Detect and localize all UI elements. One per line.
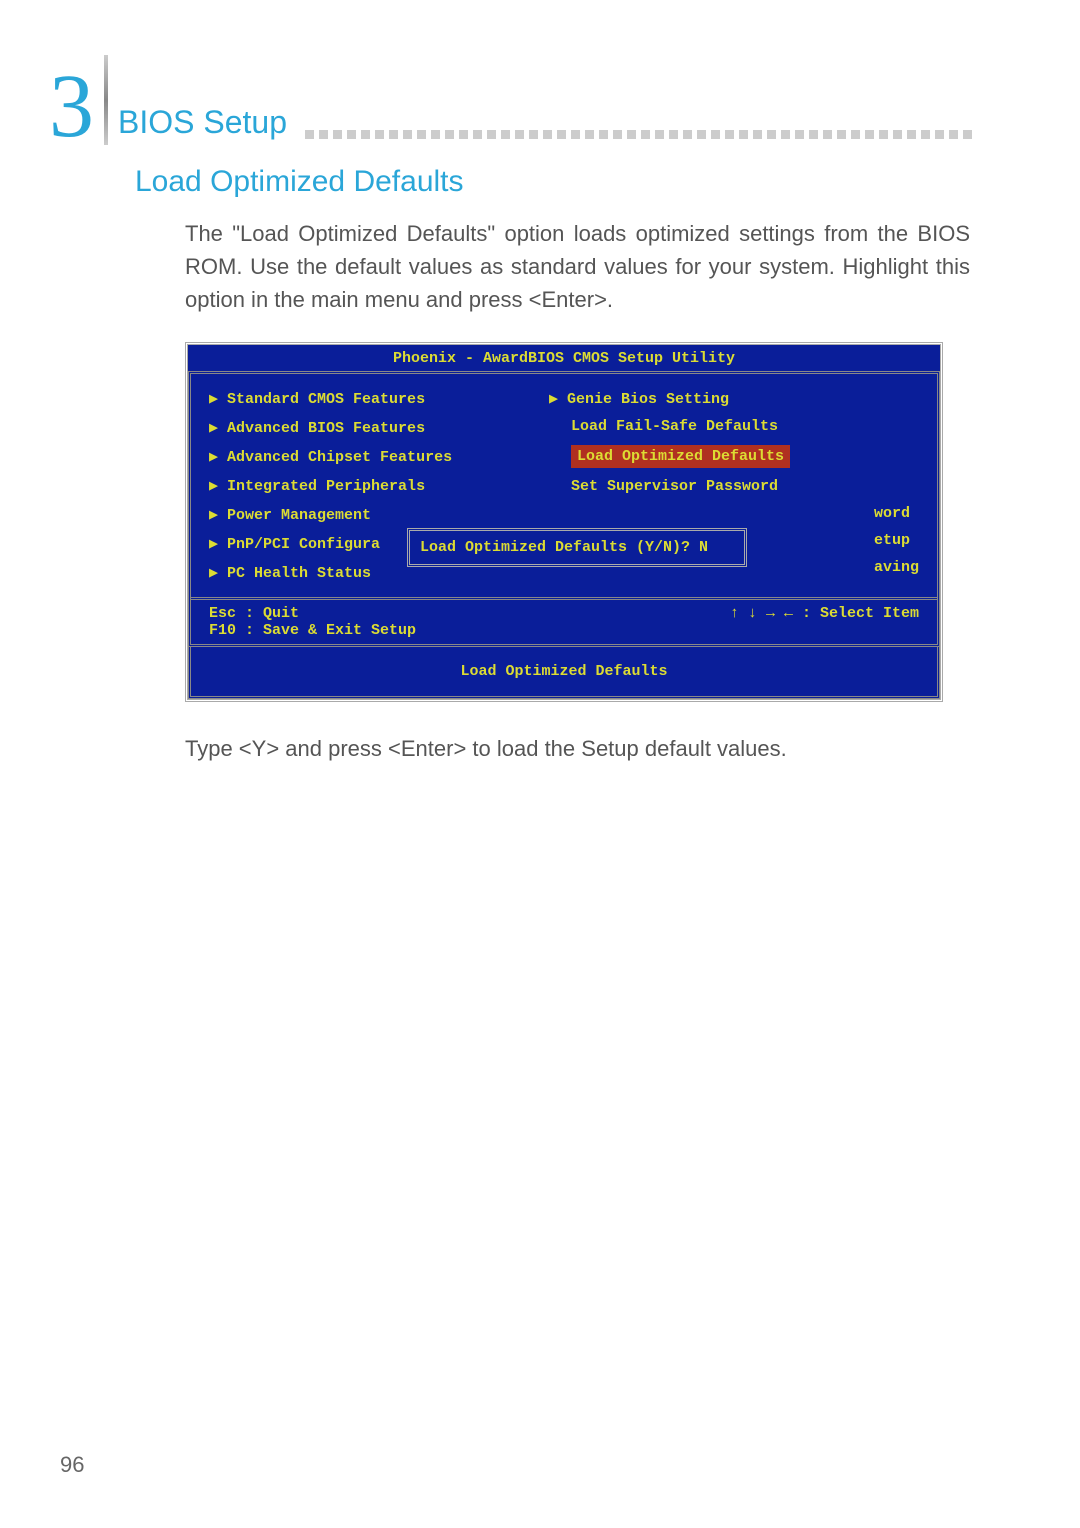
closing-paragraph: Type <Y> and press <Enter> to load the S… (185, 732, 970, 765)
bios-menu-item-selected: Load Optimized Defaults (549, 440, 919, 473)
bios-nav-left: Esc : Quit F10 : Save & Exit Setup (209, 605, 416, 639)
page-content: 3 BIOS Setup Load Optimized Defaults The… (0, 0, 1080, 765)
chapter-divider (104, 55, 108, 145)
bios-nav-help: Esc : Quit F10 : Save & Exit Setup ↑ ↓ →… (191, 597, 937, 644)
chapter-title-block: BIOS Setup (118, 104, 980, 145)
bios-menu-item: ▶ Standard CMOS Features (209, 384, 549, 413)
bios-main-menu: ▶ Standard CMOS Features ▶ Advanced BIOS… (191, 374, 937, 597)
bios-nav-right: ↑ ↓ → ← : Select Item (730, 605, 919, 639)
bios-menu-item: ▶ Advanced BIOS Features (209, 413, 549, 442)
bios-footer-caption: Load Optimized Defaults (188, 647, 940, 699)
chapter-header: 3 BIOS Setup (49, 55, 980, 145)
bios-menu-item: Load Fail-Safe Defaults (549, 413, 919, 440)
bios-title-bar: Phoenix - AwardBIOS CMOS Setup Utility (188, 345, 940, 371)
bios-body: ▶ Standard CMOS Features ▶ Advanced BIOS… (188, 371, 940, 647)
chapter-title: BIOS Setup (118, 104, 287, 141)
bios-confirm-dialog: Load Optimized Defaults (Y/N)? N (407, 528, 747, 567)
bios-menu-item: ▶ Integrated Peripherals (209, 471, 549, 500)
page-number: 96 (60, 1452, 84, 1478)
intro-paragraph: The "Load Optimized Defaults" option loa… (185, 217, 970, 316)
bios-menu-item: Set Supervisor Password (549, 473, 919, 500)
section-heading: Load Optimized Defaults (135, 165, 980, 199)
chapter-number: 3 (49, 69, 94, 146)
bios-screenshot: Phoenix - AwardBIOS CMOS Setup Utility ▶… (185, 342, 943, 702)
bios-menu-item: ▶ Power Management (209, 500, 549, 529)
bios-menu-item: ▶ Advanced Chipset Features (209, 442, 549, 471)
bios-menu-item-fragment: word (549, 500, 919, 527)
dotted-rule (305, 130, 972, 139)
bios-menu-item: ▶ Genie Bios Setting (549, 384, 919, 413)
